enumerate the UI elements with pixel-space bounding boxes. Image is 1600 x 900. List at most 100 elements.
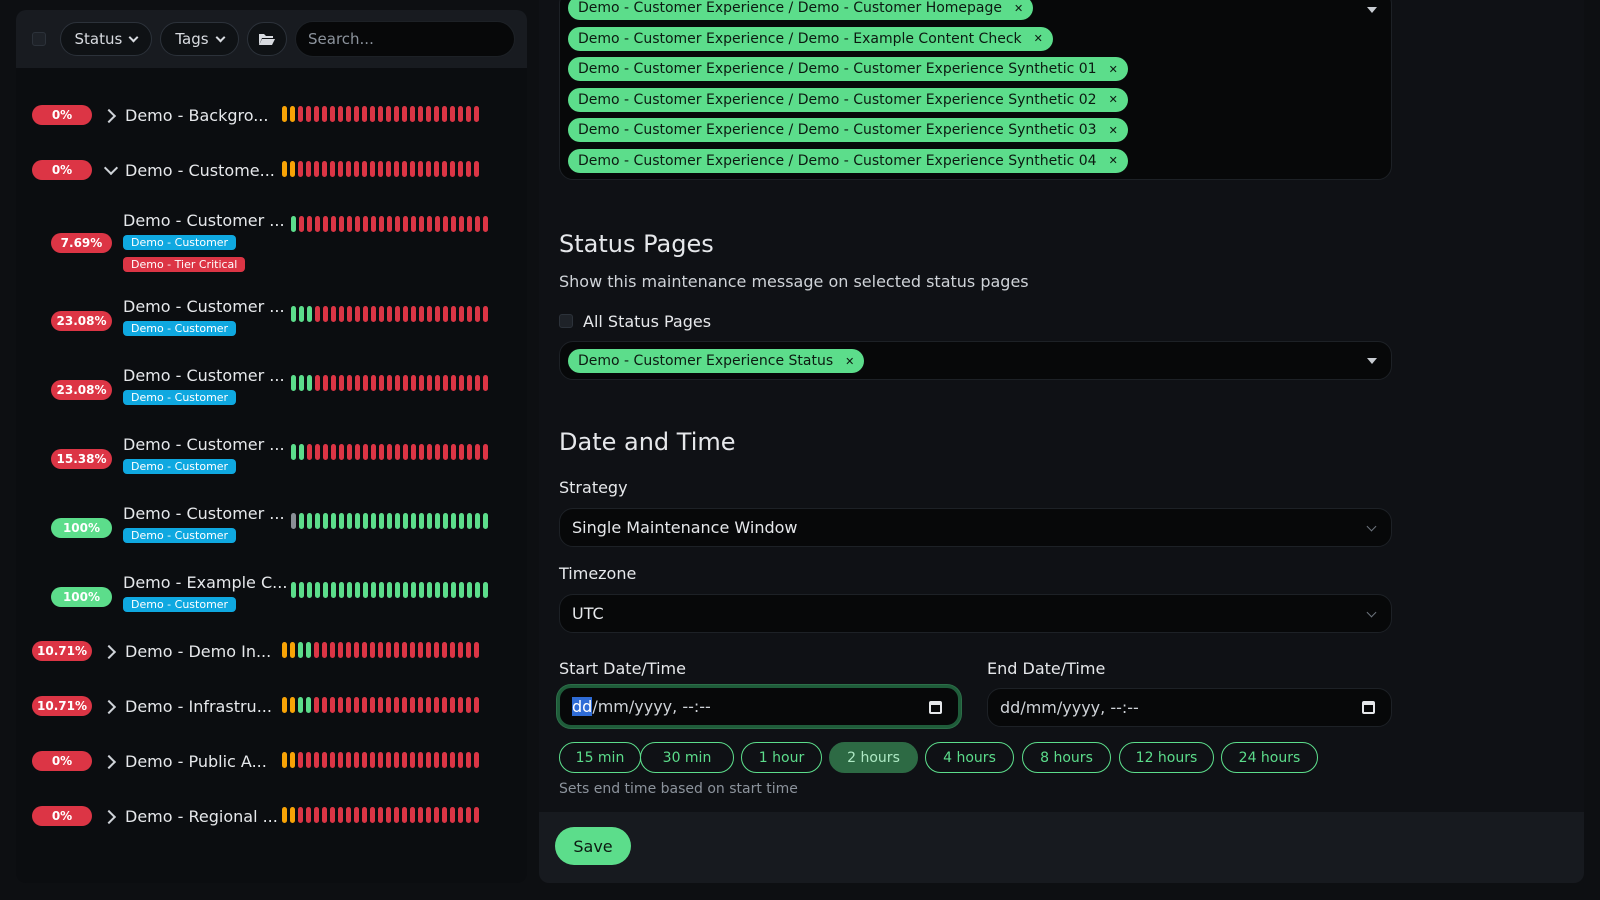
- heartbeat-beat[interactable]: [418, 697, 423, 713]
- heartbeat-beat[interactable]: [322, 697, 327, 713]
- heartbeat-beat[interactable]: [370, 807, 375, 823]
- heartbeat-beat[interactable]: [298, 752, 303, 768]
- heartbeat-beat[interactable]: [450, 106, 455, 122]
- quick-duration-button[interactable]: 12 hours: [1119, 742, 1214, 773]
- heartbeat-beat[interactable]: [450, 161, 455, 177]
- heartbeat-beat[interactable]: [299, 582, 304, 598]
- monitor-row[interactable]: 0% Demo - Public A...: [16, 740, 527, 795]
- heartbeat-beat[interactable]: [387, 444, 392, 460]
- heartbeat-beat[interactable]: [378, 807, 383, 823]
- heartbeat-beat[interactable]: [386, 807, 391, 823]
- heartbeat-beat[interactable]: [339, 513, 344, 529]
- heartbeat-beat[interactable]: [466, 106, 471, 122]
- heartbeat-beat[interactable]: [306, 161, 311, 177]
- heartbeat-beat[interactable]: [323, 582, 328, 598]
- heartbeat-beat[interactable]: [467, 306, 472, 322]
- heartbeat-beat[interactable]: [474, 106, 479, 122]
- heartbeat-beat[interactable]: [362, 807, 367, 823]
- heartbeat-beat[interactable]: [403, 216, 408, 232]
- heartbeat-beat[interactable]: [458, 807, 463, 823]
- heartbeat-beat[interactable]: [459, 375, 464, 391]
- heartbeat-beat[interactable]: [355, 375, 360, 391]
- heartbeat-beat[interactable]: [371, 513, 376, 529]
- heartbeat-beat[interactable]: [282, 697, 287, 713]
- quick-duration-button[interactable]: 30 min: [640, 742, 734, 773]
- chevron-right-icon[interactable]: [101, 108, 117, 124]
- heartbeat-beat[interactable]: [458, 106, 463, 122]
- heartbeat-beat[interactable]: [394, 807, 399, 823]
- heartbeat-beat[interactable]: [370, 161, 375, 177]
- heartbeat-beat[interactable]: [363, 513, 368, 529]
- heartbeat-beat[interactable]: [355, 306, 360, 322]
- heartbeat-beat[interactable]: [307, 444, 312, 460]
- heartbeat-beat[interactable]: [331, 375, 336, 391]
- heartbeat-beat[interactable]: [483, 582, 488, 598]
- heartbeat-beat[interactable]: [459, 444, 464, 460]
- heartbeat-beat[interactable]: [435, 444, 440, 460]
- heartbeat-beat[interactable]: [387, 216, 392, 232]
- heartbeat-beat[interactable]: [314, 807, 319, 823]
- heartbeat-beat[interactable]: [355, 513, 360, 529]
- heartbeat-beat[interactable]: [299, 306, 304, 322]
- heartbeat-beat[interactable]: [442, 807, 447, 823]
- heartbeat-beat[interactable]: [434, 807, 439, 823]
- heartbeat-beat[interactable]: [475, 444, 480, 460]
- heartbeat-beat[interactable]: [371, 582, 376, 598]
- heartbeat-beat[interactable]: [475, 216, 480, 232]
- heartbeat-beat[interactable]: [386, 752, 391, 768]
- heartbeat-beat[interactable]: [338, 752, 343, 768]
- heartbeat-beat[interactable]: [371, 306, 376, 322]
- heartbeat-beat[interactable]: [419, 444, 424, 460]
- heartbeat-beat[interactable]: [346, 697, 351, 713]
- heartbeat-beat[interactable]: [395, 216, 400, 232]
- heartbeat-beat[interactable]: [442, 161, 447, 177]
- quick-duration-button[interactable]: 15 min: [559, 742, 641, 773]
- heartbeat-beat[interactable]: [306, 697, 311, 713]
- affected-monitors-select[interactable]: Demo - Customer Experience / Demo - Cust…: [559, 0, 1392, 180]
- heartbeat-beat[interactable]: [387, 513, 392, 529]
- heartbeat-beat[interactable]: [314, 752, 319, 768]
- heartbeat-beat[interactable]: [355, 582, 360, 598]
- heartbeat-beat[interactable]: [291, 582, 296, 598]
- heartbeat-beat[interactable]: [355, 216, 360, 232]
- remove-tag-icon[interactable]: ✕: [1034, 32, 1043, 45]
- heartbeat-beat[interactable]: [291, 306, 296, 322]
- heartbeat-beat[interactable]: [363, 306, 368, 322]
- heartbeat-beat[interactable]: [402, 752, 407, 768]
- heartbeat-beat[interactable]: [474, 642, 479, 658]
- chevron-right-icon[interactable]: [101, 644, 117, 660]
- heartbeat-beat[interactable]: [402, 807, 407, 823]
- heartbeat-beat[interactable]: [467, 375, 472, 391]
- heartbeat-beat[interactable]: [410, 807, 415, 823]
- calendar-icon[interactable]: [929, 701, 942, 714]
- heartbeat-beat[interactable]: [298, 697, 303, 713]
- heartbeat-beat[interactable]: [387, 306, 392, 322]
- heartbeat-beat[interactable]: [331, 582, 336, 598]
- heartbeat-beat[interactable]: [410, 161, 415, 177]
- heartbeat-beat[interactable]: [323, 513, 328, 529]
- heartbeat-beat[interactable]: [378, 161, 383, 177]
- search-input[interactable]: [295, 21, 515, 57]
- heartbeat-beat[interactable]: [410, 106, 415, 122]
- heartbeat-beat[interactable]: [394, 697, 399, 713]
- status-filter-button[interactable]: Status: [59, 22, 153, 56]
- heartbeat-beat[interactable]: [299, 375, 304, 391]
- heartbeat-beat[interactable]: [378, 106, 383, 122]
- heartbeat-beat[interactable]: [379, 444, 384, 460]
- heartbeat-beat[interactable]: [362, 642, 367, 658]
- heartbeat-beat[interactable]: [435, 216, 440, 232]
- heartbeat-beat[interactable]: [427, 375, 432, 391]
- heartbeat-beat[interactable]: [347, 216, 352, 232]
- heartbeat-beat[interactable]: [379, 513, 384, 529]
- heartbeat-beat[interactable]: [307, 582, 312, 598]
- heartbeat-beat[interactable]: [434, 642, 439, 658]
- heartbeat-beat[interactable]: [282, 106, 287, 122]
- heartbeat-beat[interactable]: [339, 444, 344, 460]
- heartbeat-beat[interactable]: [315, 444, 320, 460]
- monitor-row[interactable]: 23.08% Demo - Customer ... Demo - Customer: [16, 285, 527, 354]
- heartbeat-beat[interactable]: [307, 216, 312, 232]
- heartbeat-beat[interactable]: [475, 375, 480, 391]
- heartbeat-beat[interactable]: [370, 752, 375, 768]
- chevron-down-icon[interactable]: [103, 160, 119, 176]
- heartbeat-beat[interactable]: [451, 216, 456, 232]
